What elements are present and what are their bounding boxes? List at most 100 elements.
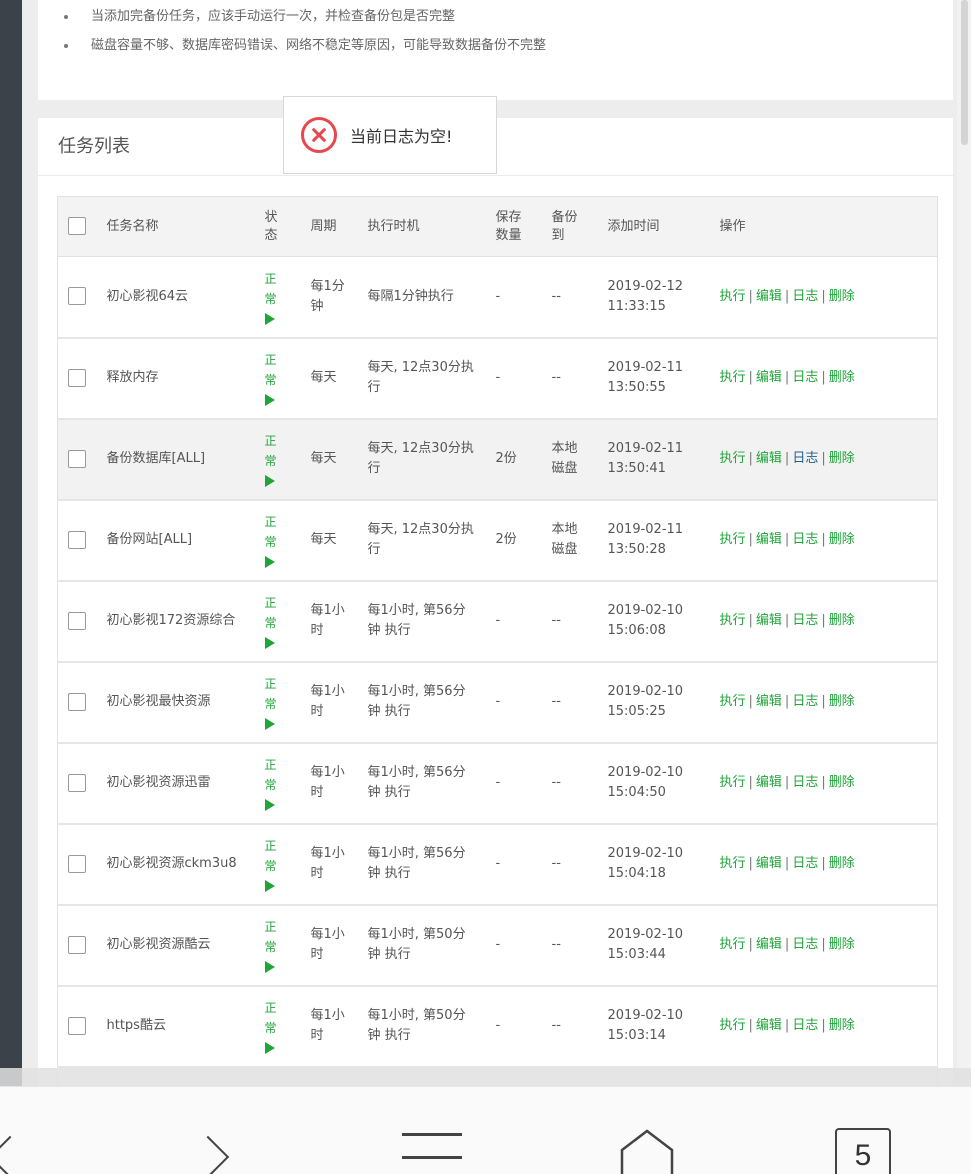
- status-badge[interactable]: 正常: [264, 917, 301, 973]
- edit-link[interactable]: 编辑: [756, 775, 782, 790]
- separator: |: [748, 451, 753, 466]
- page-scrollbar[interactable]: [957, 0, 971, 1086]
- status-badge[interactable]: 正常: [264, 674, 301, 730]
- run-link[interactable]: 执行: [720, 937, 746, 952]
- log-link[interactable]: 日志: [792, 694, 818, 709]
- run-link[interactable]: 执行: [720, 613, 746, 628]
- forward-button[interactable]: [180, 1087, 250, 1174]
- run-link[interactable]: 执行: [720, 532, 746, 547]
- play-icon: [264, 718, 275, 730]
- row-actions: 执行 | 编辑 | 日志 | 删除: [709, 499, 938, 582]
- log-link[interactable]: 日志: [792, 370, 818, 385]
- task-period: 每1小时: [310, 1008, 345, 1043]
- tab-count-button[interactable]: 5: [835, 1128, 891, 1174]
- header-keep[interactable]: 保存数量: [485, 196, 542, 257]
- row-actions: 执行 | 编辑 | 日志 | 删除: [709, 985, 938, 1068]
- delete-link[interactable]: 删除: [829, 1018, 855, 1033]
- edit-link[interactable]: 编辑: [756, 451, 782, 466]
- header-name[interactable]: 任务名称: [97, 196, 257, 257]
- delete-link[interactable]: 删除: [829, 613, 855, 628]
- delete-link[interactable]: 删除: [829, 694, 855, 709]
- run-link[interactable]: 执行: [720, 856, 746, 871]
- home-icon[interactable]: [620, 1128, 674, 1174]
- status-badge[interactable]: 正常: [264, 512, 301, 568]
- delete-link[interactable]: 删除: [829, 532, 855, 547]
- delete-link[interactable]: 删除: [829, 289, 855, 304]
- log-link[interactable]: 日志: [792, 613, 818, 628]
- row-checkbox[interactable]: [68, 449, 86, 468]
- edit-link[interactable]: 编辑: [756, 937, 782, 952]
- delete-link[interactable]: 删除: [829, 775, 855, 790]
- back-button[interactable]: [0, 1087, 60, 1174]
- log-link[interactable]: 日志: [792, 937, 818, 952]
- header-period[interactable]: 周期: [300, 196, 358, 257]
- log-link[interactable]: 日志: [792, 451, 818, 466]
- run-link[interactable]: 执行: [720, 451, 746, 466]
- edit-link[interactable]: 编辑: [756, 694, 782, 709]
- status-badge[interactable]: 正常: [264, 836, 301, 892]
- row-checkbox[interactable]: [68, 368, 86, 387]
- scroll-fade: [0, 1068, 971, 1086]
- table-row: 初心影视资源ckm3u8 正常 每1小时 每1小时, 第56分钟 执行 - -- 2019-…: [57, 823, 938, 906]
- row-checkbox[interactable]: [68, 935, 86, 954]
- delete-link[interactable]: 删除: [829, 937, 855, 952]
- status-badge[interactable]: 正常: [264, 998, 301, 1054]
- row-checkbox[interactable]: [68, 854, 86, 873]
- row-checkbox[interactable]: [68, 692, 86, 711]
- log-link[interactable]: 日志: [792, 856, 818, 871]
- edit-link[interactable]: 编辑: [756, 613, 782, 628]
- log-link[interactable]: 日志: [792, 289, 818, 304]
- task-period: 每1小时: [310, 603, 345, 638]
- row-checkbox[interactable]: [68, 773, 86, 792]
- task-period: 每天: [310, 370, 337, 385]
- select-all-checkbox[interactable]: [68, 217, 86, 236]
- row-checkbox[interactable]: [68, 287, 86, 306]
- header-backup-to[interactable]: 备份到: [541, 196, 598, 257]
- log-link[interactable]: 日志: [792, 1018, 818, 1033]
- row-checkbox[interactable]: [68, 1016, 86, 1035]
- row-checkbox[interactable]: [68, 530, 86, 549]
- edit-link[interactable]: 编辑: [756, 532, 782, 547]
- header-added[interactable]: 添加时间: [597, 196, 710, 257]
- edit-link[interactable]: 编辑: [756, 856, 782, 871]
- row-checkbox[interactable]: [68, 611, 86, 630]
- row-actions: 执行 | 编辑 | 日志 | 删除: [709, 337, 938, 420]
- run-link[interactable]: 执行: [720, 1018, 746, 1033]
- delete-link[interactable]: 删除: [829, 451, 855, 466]
- status-badge[interactable]: 正常: [264, 755, 301, 811]
- task-timing: 每1小时, 第50分钟 执行: [367, 927, 466, 962]
- run-link[interactable]: 执行: [720, 775, 746, 790]
- run-link[interactable]: 执行: [720, 694, 746, 709]
- task-name: 初心影视资源迅雷: [97, 742, 257, 825]
- chevron-right-icon: [186, 1135, 230, 1174]
- edit-link[interactable]: 编辑: [756, 1018, 782, 1033]
- separator: |: [821, 370, 826, 385]
- header-timing[interactable]: 执行时机: [357, 196, 486, 257]
- log-link[interactable]: 日志: [792, 775, 818, 790]
- status-badge[interactable]: 正常: [264, 269, 301, 325]
- run-link[interactable]: 执行: [720, 370, 746, 385]
- run-link[interactable]: 执行: [720, 289, 746, 304]
- play-icon: [264, 880, 275, 892]
- edit-link[interactable]: 编辑: [756, 370, 782, 385]
- sidebar-edge: [0, 0, 22, 1086]
- status-badge[interactable]: 正常: [264, 350, 301, 406]
- task-added-time: 2019-02-10 15:03:14: [607, 1008, 684, 1043]
- task-timing: 每隔1分钟执行: [367, 288, 454, 304]
- status-badge[interactable]: 正常: [264, 431, 301, 487]
- task-name: 初心影视最快资源: [97, 661, 257, 744]
- task-name: 初心影视资源酷云: [97, 904, 257, 987]
- delete-link[interactable]: 删除: [829, 370, 855, 385]
- header-status[interactable]: 状态: [256, 196, 301, 257]
- separator: |: [784, 451, 790, 466]
- status-badge[interactable]: 正常: [264, 593, 301, 649]
- row-actions: 执行 | 编辑 | 日志 | 删除: [709, 580, 938, 663]
- menu-button[interactable]: [390, 1087, 470, 1174]
- delete-link[interactable]: 删除: [829, 856, 855, 871]
- scrollbar-thumb[interactable]: [961, 0, 968, 145]
- table-row: 备份数据库[ALL] 正常 每天 每天, 12点30分执行 2份 本地磁盘 2019-02-…: [57, 418, 938, 501]
- log-link[interactable]: 日志: [792, 532, 818, 547]
- notes-panel: 当添加完备份任务，应该手动运行一次，并检查备份包是否完整 磁盘容量不够、数据库密…: [38, 0, 953, 100]
- edit-link[interactable]: 编辑: [756, 289, 782, 304]
- task-backup-to: --: [551, 613, 561, 628]
